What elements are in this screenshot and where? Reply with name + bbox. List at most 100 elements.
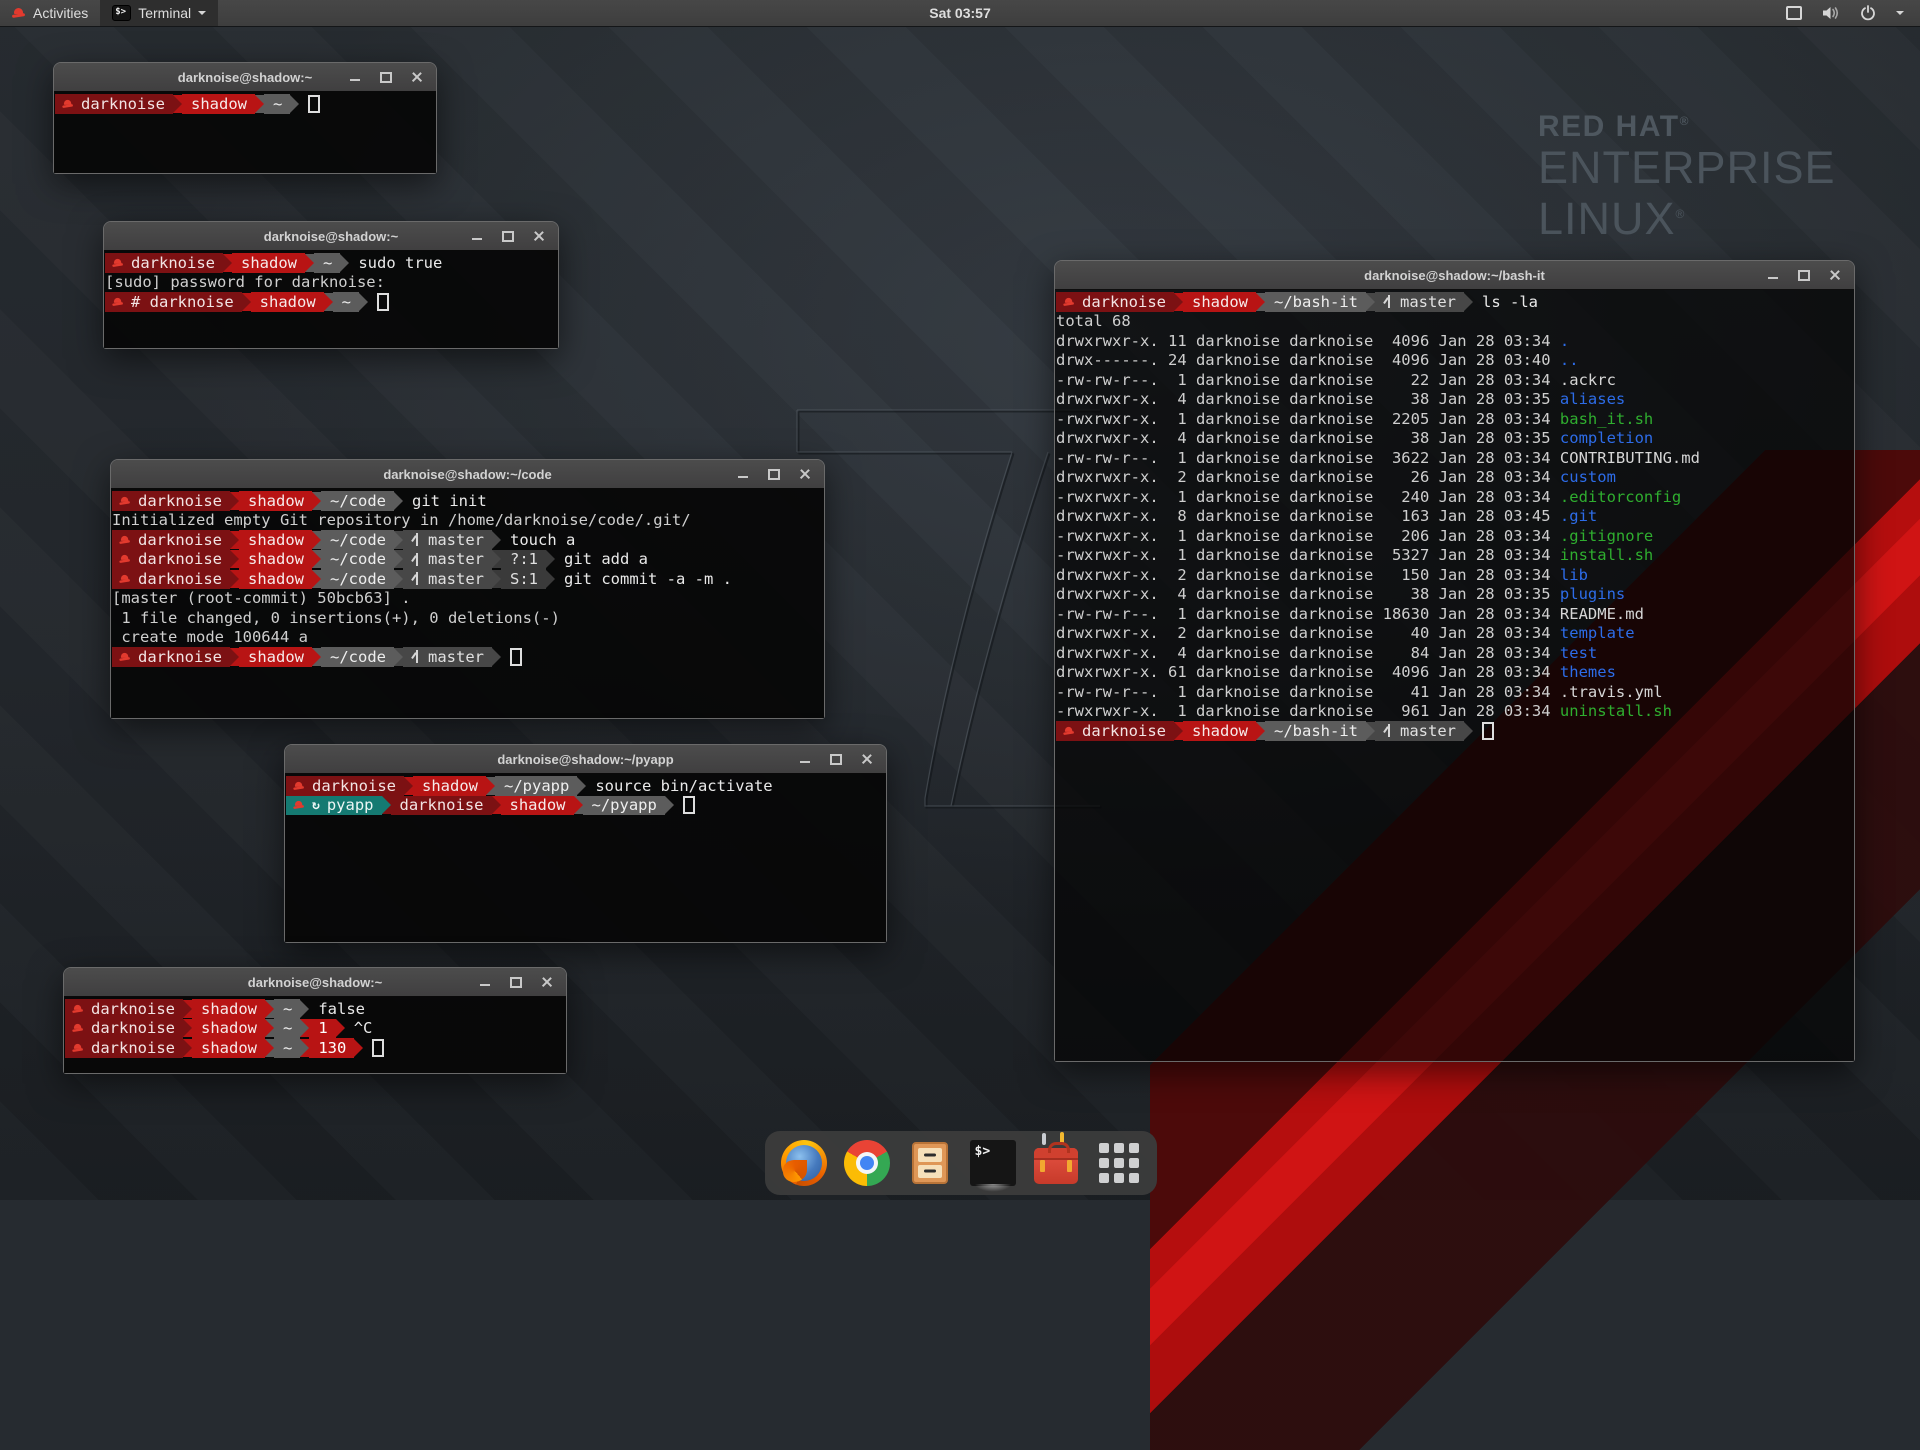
dock-item-toolbox[interactable] [1033,1140,1079,1186]
titlebar[interactable]: darknoise@shadow:~ [54,63,436,92]
titlebar[interactable]: darknoise@shadow:~/pyapp [285,745,886,774]
minimize-button[interactable] [1766,268,1780,282]
dock-item-terminal[interactable]: $> [970,1140,1016,1186]
titlebar[interactable]: darknoise@shadow:~ [64,968,566,997]
firefox-icon [781,1140,827,1186]
segment-text: shadow [248,531,304,549]
minimize-button[interactable] [470,229,484,243]
dock-item-files[interactable] [907,1140,953,1186]
maximize-button[interactable] [829,752,843,766]
terminal-line: -rw-rw-r--. 1 darknoise darknoise 22 Jan… [1056,370,1854,390]
terminal-content[interactable]: darknoiseshadow~falsedarknoiseshadow~1^C… [64,996,566,1073]
prompt-segment-host: shadow [232,253,305,273]
segment-text: ~/code [330,550,386,568]
maximize-button[interactable] [501,229,515,243]
file-name: uninstall.sh [1560,702,1672,720]
files-icon [912,1142,948,1184]
terminal-line: darknoiseshadow~1^C [65,1019,566,1039]
powerline-separator [340,254,349,272]
git-branch-icon [412,650,421,663]
terminal-content[interactable]: darknoiseshadow~/bash-itmasterls -latota… [1055,289,1854,1061]
app-menu-terminal[interactable]: $> Terminal [100,0,218,26]
powerline-separator [300,1019,309,1037]
close-button[interactable] [860,752,874,766]
file-name: .ackrc [1560,371,1616,389]
file-name: .git [1560,507,1597,525]
minimize-button[interactable] [348,70,362,84]
segment-text: ~/pyapp [592,796,657,814]
prompt-segment-exit: 1 [309,1019,335,1039]
powerline-separator [1256,722,1265,740]
close-button[interactable] [532,229,546,243]
dock-item-chrome[interactable] [844,1140,890,1186]
terminal-line: drwxrwxr-x. 4 darknoise darknoise 84 Jan… [1056,643,1854,663]
terminal-line: create mode 100644 a [112,628,824,648]
redhat-icon [112,297,123,307]
segment-text: shadow [1192,293,1248,311]
prompt-segment-host: shadow [1183,721,1256,741]
prompt-segment-host: shadow [239,491,312,511]
window-title: darknoise@shadow:~/code [383,467,551,482]
titlebar[interactable]: darknoise@shadow:~ [104,222,558,251]
maximize-button[interactable] [379,70,393,84]
prompt-segment-user: # darknoise [105,292,242,312]
file-name: .travis.yml [1560,683,1663,701]
close-button[interactable] [410,70,424,84]
segment-text: ~ [342,293,351,311]
powerline-separator [223,254,232,272]
file-meta: drwxrwxr-x. 4 darknoise darknoise 38 Jan… [1056,429,1560,447]
dock-item-firefox[interactable] [781,1140,827,1186]
close-button[interactable] [798,467,812,481]
segment-text: ?:1 [510,550,538,568]
redhat-icon [72,1004,83,1014]
segment-text: master [428,570,484,588]
screen-layout-icon[interactable] [1786,6,1802,20]
titlebar[interactable]: darknoise@shadow:~/bash-it [1055,261,1854,290]
powerline-separator [312,550,321,568]
activities-button[interactable]: Activities [0,0,100,26]
file-meta: drwxrwxr-x. 8 darknoise darknoise 163 Ja… [1056,507,1560,525]
powerline-separator [173,95,182,113]
terminal-content[interactable]: darknoiseshadow~sudo true[sudo] password… [104,250,558,348]
powerline-separator [300,1039,309,1057]
titlebar[interactable]: darknoise@shadow:~/code [111,460,824,489]
clock[interactable]: Sat 03:57 [0,5,1920,21]
segment-text: ~/code [330,492,386,510]
powerline-separator [230,531,239,549]
segment-text: shadow [422,777,478,795]
minimize-button[interactable] [798,752,812,766]
powerline-separator [546,570,555,588]
redhat-icon [119,554,130,564]
file-name: .. [1560,351,1579,369]
prompt-segment-path: ~ [314,253,340,273]
terminal-content[interactable]: darknoiseshadow~/pyappsource bin/activat… [285,773,886,942]
terminal-icon: $> [970,1140,1016,1186]
minimize-button[interactable] [478,975,492,989]
maximize-button[interactable] [767,467,781,481]
volume-icon[interactable] [1822,5,1840,21]
dock-item-app-grid[interactable] [1096,1140,1142,1186]
chevron-down-icon[interactable] [1896,11,1904,19]
terminal-line: drwxrwxr-x. 4 darknoise darknoise 38 Jan… [1056,390,1854,410]
terminal-content[interactable]: darknoiseshadow~ [54,91,436,173]
maximize-button[interactable] [509,975,523,989]
window-title: darknoise@shadow:~ [264,229,398,244]
top-bar: Activities $> Terminal Sat 03:57 [0,0,1920,27]
file-name: .gitignore [1560,527,1653,545]
segment-text: darknoise [1082,722,1166,740]
segment-text: darknoise [131,254,215,272]
terminal-line: darknoiseshadow~/codemaster [112,647,824,667]
prompt-segment-branch: master [403,530,492,550]
prompt-segment-host: shadow [239,530,312,550]
terminal-content[interactable]: darknoiseshadow~/codegit initInitialized… [111,488,824,718]
minimize-button[interactable] [736,467,750,481]
prompt-segment-branch: master [403,569,492,589]
power-icon[interactable] [1860,5,1876,21]
close-button[interactable] [1828,268,1842,282]
output-text: total 68 [1056,312,1131,330]
powerline-separator [486,777,495,795]
maximize-button[interactable] [1797,268,1811,282]
close-button[interactable] [540,975,554,989]
segment-text: darknoise [1082,293,1166,311]
wrench-icon [1042,1133,1046,1145]
